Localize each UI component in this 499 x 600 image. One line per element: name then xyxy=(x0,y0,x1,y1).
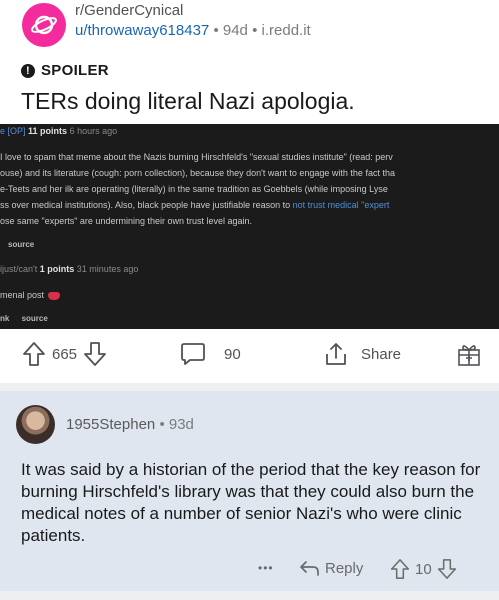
embed-link-short: nk xyxy=(0,314,10,323)
comment-body: It was said by a historian of the period… xyxy=(21,460,481,545)
post-age: 94d xyxy=(222,22,248,39)
section-divider xyxy=(0,383,499,391)
embed-body-text: ss over medical institutions). Also, bla… xyxy=(0,200,293,210)
comment-vote-count: 10 xyxy=(415,560,432,578)
upvote-icon[interactable] xyxy=(22,341,46,367)
comment-actions: ••• Reply 10 xyxy=(0,558,499,584)
embed-reply-text: menal post xyxy=(0,290,45,300)
post-title[interactable]: TERs doing literal Nazi apologia. xyxy=(21,88,355,115)
comment: 1955Stephen • 93d It was said by a histo… xyxy=(0,391,499,591)
comments-button[interactable]: 90 xyxy=(180,341,241,367)
post-image[interactable]: e [OP] 11 points 6 hours ago I love to s… xyxy=(0,124,499,329)
award-button[interactable] xyxy=(456,341,482,367)
meta-separator: • xyxy=(213,22,219,39)
post-author[interactable]: u/throwaway618437 xyxy=(75,22,209,39)
embed-reply-text-line: menal post xyxy=(0,290,61,300)
rose-icon xyxy=(48,291,61,300)
comment-meta: 1955Stephen • 93d xyxy=(66,416,194,433)
upvote-count: 665 xyxy=(52,345,78,363)
post-header: r/GenderCynical u/throwaway618437 • 94d … xyxy=(0,0,499,58)
reply-button[interactable]: Reply xyxy=(298,558,363,578)
embed-op-tag: e [OP] xyxy=(0,126,26,136)
section-divider xyxy=(0,591,499,600)
reply-label: Reply xyxy=(325,559,364,577)
embed-op-points: 11 points xyxy=(28,126,68,136)
embed-body-line: e-Teets and her ilk are operating (liter… xyxy=(0,184,388,194)
embed-op-time: 6 hours ago xyxy=(69,126,118,136)
embed-reply-time: 31 minutes ago xyxy=(76,264,139,274)
more-icon[interactable]: ••• xyxy=(258,561,274,575)
downvote-icon[interactable] xyxy=(437,558,457,580)
comment-age: 93d xyxy=(168,416,194,433)
meta-separator: • xyxy=(252,22,258,39)
share-button[interactable]: Share xyxy=(323,341,401,367)
planet-icon xyxy=(31,15,57,35)
spoiler-tag: ! SPOILER xyxy=(21,62,109,79)
embed-reply-points: 1 points xyxy=(39,264,75,274)
subreddit-name[interactable]: r/GenderCynical xyxy=(75,2,183,19)
embed-body-line: I love to spam that meme about the Nazis… xyxy=(0,152,393,162)
comment-vote-group: 10 xyxy=(390,558,457,580)
share-label: Share xyxy=(361,345,402,363)
subreddit-avatar[interactable] xyxy=(22,3,66,47)
post-domain[interactable]: i.redd.it xyxy=(262,22,311,39)
post-actions: 665 90 Share xyxy=(0,335,499,375)
comment-count: 90 xyxy=(224,345,241,363)
embed-reply-user: ijust/can't xyxy=(0,264,38,274)
embed-source-link: source xyxy=(21,314,48,323)
award-icon xyxy=(458,345,480,366)
downvote-icon[interactable] xyxy=(83,341,107,367)
embed-body-line: ose same "experts" are undermining their… xyxy=(0,216,253,226)
avatar[interactable] xyxy=(16,405,55,444)
vote-group: 665 xyxy=(22,341,107,367)
embed-body-line: ouse) and its literature (cough: porn co… xyxy=(0,168,395,178)
comment-icon xyxy=(181,343,205,365)
share-icon xyxy=(326,343,346,365)
embed-link: not trust medical "expert xyxy=(292,200,390,210)
reply-icon xyxy=(300,561,319,576)
embed-source-link: source xyxy=(8,240,35,249)
meta-separator: • xyxy=(159,416,165,433)
post-meta: u/throwaway618437 • 94d • i.redd.it xyxy=(75,22,311,39)
upvote-icon[interactable] xyxy=(390,558,410,580)
embed-footer-links: nk source xyxy=(0,314,48,323)
embed-reply-line: ijust/can't 1 points 31 minutes ago xyxy=(0,264,138,274)
spoiler-label: SPOILER xyxy=(41,62,109,79)
comment-author[interactable]: 1955Stephen xyxy=(66,416,155,433)
alert-icon: ! xyxy=(21,63,35,78)
embed-op-line: e [OP] 11 points 6 hours ago xyxy=(0,126,117,136)
embed-body-line: ss over medical institutions). Also, bla… xyxy=(0,200,389,210)
